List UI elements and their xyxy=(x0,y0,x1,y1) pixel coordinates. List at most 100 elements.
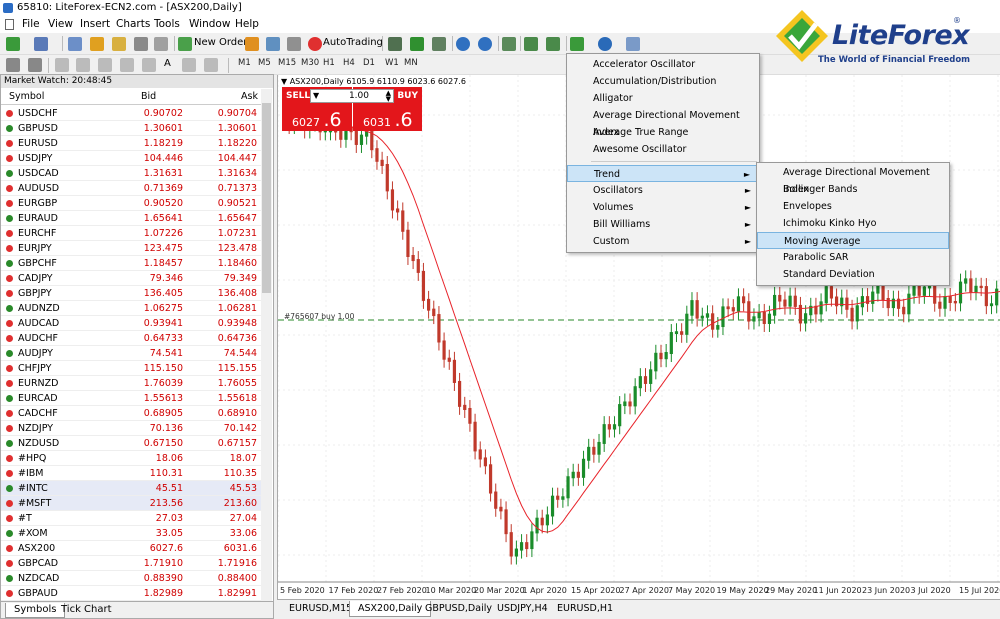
market-watch-row[interactable]: EURCAD 1.55613 1.55618 xyxy=(1,391,261,406)
templates-icon[interactable] xyxy=(626,37,640,51)
menu-average-true-range[interactable]: Average True Range xyxy=(567,124,759,141)
tf-m1[interactable]: M1 xyxy=(238,58,251,68)
market-watch-row[interactable]: GBPUSD 1.30601 1.30601 xyxy=(1,121,261,136)
market-watch-row[interactable]: #HPQ 18.06 18.07 xyxy=(1,451,261,466)
vertical-line-icon[interactable] xyxy=(55,58,69,72)
market-watch-row[interactable]: GBPCAD 1.71910 1.71916 xyxy=(1,556,261,571)
menu-help[interactable]: Help xyxy=(235,18,259,30)
periods-icon[interactable] xyxy=(598,37,612,51)
market-watch-row[interactable]: EURCHF 1.07226 1.07231 xyxy=(1,226,261,241)
vps-icon[interactable] xyxy=(287,37,301,51)
menu-ichimoku[interactable]: Ichimoku Kinko Hyo xyxy=(757,215,949,232)
market-watch-row[interactable]: NZDUSD 0.67150 0.67157 xyxy=(1,436,261,451)
zoom-out-icon[interactable] xyxy=(478,37,492,51)
profiles-icon[interactable] xyxy=(34,37,48,51)
market-watch-row[interactable]: AUDUSD 0.71369 0.71373 xyxy=(1,181,261,196)
menu-custom[interactable]: Custom ► xyxy=(567,233,759,250)
menu-charts[interactable]: Charts xyxy=(116,18,150,30)
market-watch-row[interactable]: GBPCHF 1.18457 1.18460 xyxy=(1,256,261,271)
signals-icon[interactable] xyxy=(266,37,280,51)
market-watch-row[interactable]: #IBM 110.31 110.35 xyxy=(1,466,261,481)
tf-mn[interactable]: MN xyxy=(404,58,418,68)
menu-view[interactable]: View xyxy=(48,18,73,30)
market-watch-scrollbar[interactable] xyxy=(261,89,272,601)
market-watch-row[interactable]: USDCHF 0.90702 0.90704 xyxy=(1,106,261,121)
arrows-icon[interactable] xyxy=(204,58,218,72)
meta-editor-icon[interactable] xyxy=(245,37,259,51)
horizontal-line-icon[interactable] xyxy=(76,58,90,72)
menu-awesome-oscillator[interactable]: Awesome Oscillator xyxy=(567,141,759,158)
menu-accumulation-distribution[interactable]: Accumulation/Distribution xyxy=(567,73,759,90)
market-watch-row[interactable]: #T 27.03 27.04 xyxy=(1,511,261,526)
menu-insert[interactable]: Insert xyxy=(80,18,110,30)
menu-oscillators[interactable]: Oscillators ► xyxy=(567,182,759,199)
tf-m15[interactable]: M15 xyxy=(278,58,296,68)
new-order-icon[interactable] xyxy=(178,37,192,51)
menu-parabolic-sar[interactable]: Parabolic SAR xyxy=(757,249,949,266)
market-watch-row[interactable]: USDCAD 1.31631 1.31634 xyxy=(1,166,261,181)
market-watch-row[interactable]: #XOM 33.05 33.06 xyxy=(1,526,261,541)
menu-accelerator-oscillator[interactable]: Accelerator Oscillator xyxy=(567,56,759,73)
candlestick-icon[interactable] xyxy=(410,37,424,51)
menu-standard-deviation[interactable]: Standard Deviation xyxy=(757,266,949,283)
market-watch-row[interactable]: NZDJPY 70.136 70.142 xyxy=(1,421,261,436)
crosshair-icon[interactable] xyxy=(28,58,42,72)
chart-tab-gbpusd-daily[interactable]: GBPUSD,Daily xyxy=(417,601,500,617)
market-watch-icon[interactable] xyxy=(68,37,82,51)
menu-bollinger-bands[interactable]: Bollinger Bands xyxy=(757,181,949,198)
market-watch-row[interactable]: AUDJPY 74.541 74.544 xyxy=(1,346,261,361)
label-icon[interactable] xyxy=(182,58,196,72)
market-watch-row[interactable]: EURGBP 0.90520 0.90521 xyxy=(1,196,261,211)
col-bid[interactable]: Bid xyxy=(141,91,156,102)
bar-chart-icon[interactable] xyxy=(388,37,402,51)
market-watch-row[interactable]: CADJPY 79.346 79.349 xyxy=(1,271,261,286)
menu-trend[interactable]: Trend ► xyxy=(567,165,759,182)
new-chart-icon[interactable] xyxy=(6,37,20,51)
tf-h4[interactable]: H4 xyxy=(343,58,355,68)
market-watch-row[interactable]: CHFJPY 115.150 115.155 xyxy=(1,361,261,376)
market-watch-row[interactable]: ASX200 6027.6 6031.6 xyxy=(1,541,261,556)
data-window-icon[interactable] xyxy=(90,37,104,51)
market-watch-row[interactable]: USDJPY 104.446 104.447 xyxy=(1,151,261,166)
line-chart-icon[interactable] xyxy=(432,37,446,51)
market-watch-row[interactable]: #MSFT 213.56 213.60 xyxy=(1,496,261,511)
menu-bill-williams[interactable]: Bill Williams ► xyxy=(567,216,759,233)
market-watch-row[interactable]: GBPAUD 1.82989 1.82991 xyxy=(1,586,261,601)
market-watch-row[interactable]: CADCHF 0.68905 0.68910 xyxy=(1,406,261,421)
tab-tick-chart[interactable]: Tick Chart xyxy=(53,603,120,618)
market-watch-row[interactable]: #INTC 45.51 45.53 xyxy=(1,481,261,496)
auto-scroll-icon[interactable] xyxy=(546,37,560,51)
cursor-icon[interactable] xyxy=(6,58,20,72)
fibonacci-icon[interactable] xyxy=(142,58,156,72)
tf-w1[interactable]: W1 xyxy=(385,58,399,68)
autotrading-button[interactable]: AutoTrading xyxy=(323,37,383,48)
menu-moving-average[interactable]: Moving Average xyxy=(757,232,949,249)
market-watch-row[interactable]: EURNZD 1.76039 1.76055 xyxy=(1,376,261,391)
market-watch-row[interactable]: NZDCAD 0.88390 0.88400 xyxy=(1,571,261,586)
menu-volumes[interactable]: Volumes ► xyxy=(567,199,759,216)
col-ask[interactable]: Ask xyxy=(241,91,258,102)
tf-m30[interactable]: M30 xyxy=(301,58,319,68)
market-watch-row[interactable]: AUDCHF 0.64733 0.64736 xyxy=(1,331,261,346)
market-watch-row[interactable]: AUDNZD 1.06275 1.06281 xyxy=(1,301,261,316)
market-watch-row[interactable]: EURAUD 1.65641 1.65647 xyxy=(1,211,261,226)
zoom-in-icon[interactable] xyxy=(456,37,470,51)
menu-tools[interactable]: Tools xyxy=(154,18,180,30)
col-symbol[interactable]: Symbol xyxy=(9,91,44,102)
menu-envelopes[interactable]: Envelopes xyxy=(757,198,949,215)
market-watch-row[interactable]: EURUSD 1.18219 1.18220 xyxy=(1,136,261,151)
scrollbar-thumb[interactable] xyxy=(262,103,271,293)
autotrading-icon[interactable] xyxy=(308,37,322,51)
tf-d1[interactable]: D1 xyxy=(363,58,375,68)
tf-h1[interactable]: H1 xyxy=(323,58,335,68)
lot-size-input[interactable]: ▼ 1.00 ▲ ▼ xyxy=(310,89,394,103)
chart-tab-eurusd-h1[interactable]: EURUSD,H1 xyxy=(549,601,621,617)
menu-alligator[interactable]: Alligator xyxy=(567,90,759,107)
text-tool-icon[interactable]: A xyxy=(164,58,171,69)
navigator-icon[interactable] xyxy=(112,37,126,51)
tf-m5[interactable]: M5 xyxy=(258,58,271,68)
lot-spinner-icon[interactable]: ▲ ▼ xyxy=(386,90,391,103)
chart-tab-usdjpy-h4[interactable]: USDJPY,H4 xyxy=(489,601,556,617)
menu-admi[interactable]: Average Directional Movement Index xyxy=(567,107,759,138)
market-watch-row[interactable]: AUDCAD 0.93941 0.93948 xyxy=(1,316,261,331)
